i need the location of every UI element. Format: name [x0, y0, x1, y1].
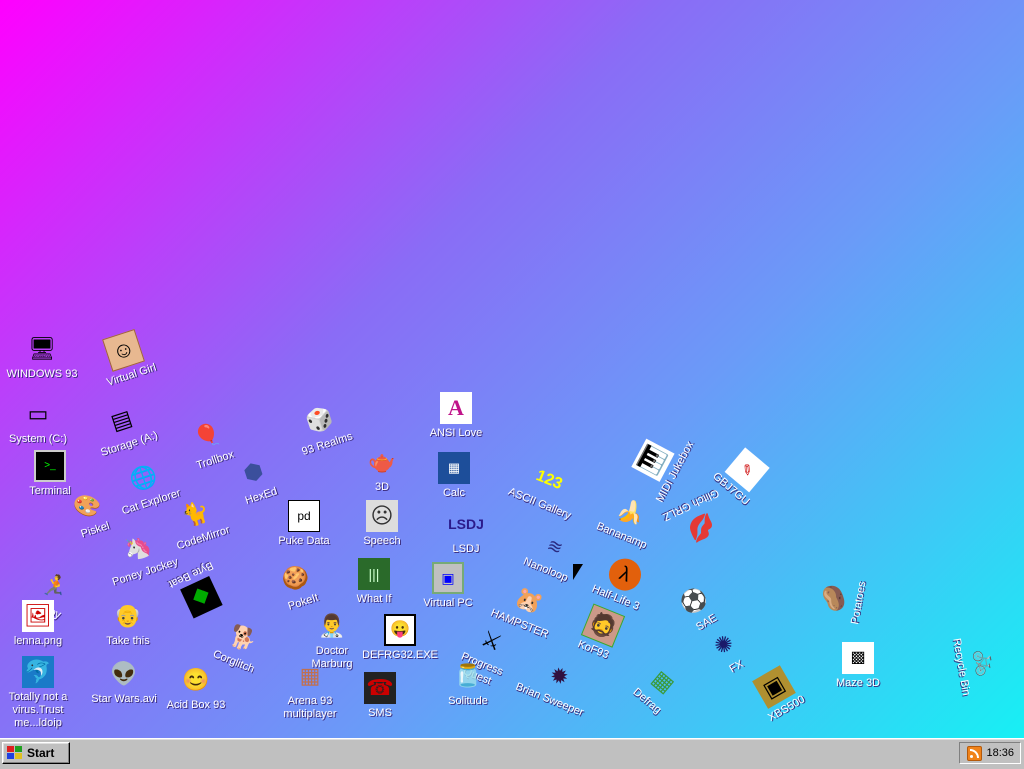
yoda-icon: 👽 — [110, 661, 138, 686]
desktop-icon-star-wars-avi[interactable]: 👽 Star Wars.avi — [86, 658, 162, 706]
desktop-icon-lsdj[interactable]: LSDJ LSDJ — [428, 508, 504, 556]
desktop-icon-3d[interactable]: 🫖 3D — [344, 446, 420, 494]
maze-icon: ▩ — [842, 642, 874, 674]
desktop-icon-what-if[interactable]: ||| What If — [336, 558, 412, 606]
smiley-icon: 😊 — [182, 667, 210, 692]
lsdj-icon: LSDJ — [448, 516, 484, 532]
desktop-icon-potatoes[interactable]: 🥔 Potatoes — [812, 558, 872, 641]
dolphin-icon: 🐬 — [22, 656, 54, 688]
document-a-icon: A — [440, 392, 472, 424]
computer-icon: 🖥 — [28, 336, 56, 361]
desktop-icon-calc[interactable]: ▦ Calc — [416, 452, 492, 500]
desktop-icon-puke-data[interactable]: pd Puke Data — [266, 500, 342, 548]
desktop-icon-acid-box-93[interactable]: 😊 Acid Box 93 — [158, 664, 234, 712]
mouse-cursor-icon — [573, 564, 583, 580]
floppy-note-icon: pd — [288, 500, 320, 532]
desktop-icon-storage-a[interactable]: ▤ Storage (A:) — [80, 393, 167, 462]
jar-icon: 🫙 — [454, 663, 482, 688]
system-tray: 18:36 — [959, 742, 1021, 764]
desktop-icon-terminal[interactable]: >_ Terminal — [12, 450, 88, 498]
desktop-icon-virtual-girl[interactable]: ☺ Virtual Girl — [82, 322, 170, 393]
desktop-icon-windows93[interactable]: 🖥 WINDOWS 93 — [4, 333, 80, 381]
desktop-icon-system-c[interactable]: ▭ System (C:) — [0, 398, 76, 446]
desktop: 🖥 WINDOWS 93 ☺ Virtual Girl ▭ System (C:… — [0, 0, 1024, 738]
desktop-icon-ascii-gallery[interactable]: 123 ASCII Gallery — [502, 452, 590, 525]
taskbar: Start 18:36 — [0, 738, 1024, 769]
desktop-icon-defrg32-exe[interactable]: 😛 DEFRG32.EXE — [362, 614, 438, 662]
start-button[interactable]: Start — [2, 742, 70, 764]
desktop-icon-speech[interactable]: ☹ Speech — [344, 500, 420, 548]
desktop-icon-virtual-pc[interactable]: ▣ Virtual PC — [410, 562, 486, 610]
desktop-icon-maze-3d[interactable]: ▩ Maze 3D — [820, 642, 896, 690]
phone-icon: ☎ — [364, 672, 396, 704]
desktop-icon-totally-not-a-virus[interactable]: 🐬 Totally not a virus.Trust me...ldoip — [0, 656, 76, 730]
rss-icon[interactable] — [967, 745, 983, 761]
potato-icon: 🥔 — [818, 582, 849, 615]
desktop-icon-sms[interactable]: ☎ SMS — [342, 672, 418, 720]
clock: 18:36 — [986, 747, 1014, 759]
calculator-icon: ▦ — [438, 452, 470, 484]
start-label: Start — [27, 746, 55, 760]
window-icon: ▣ — [432, 562, 464, 594]
cube-icon: ▦ — [299, 663, 321, 688]
image-file-icon: 🖼 — [22, 600, 54, 632]
desktop-icon-ansi-love[interactable]: A ANSI Love — [418, 392, 494, 440]
hard-drive-icon: ▭ — [27, 401, 49, 426]
desktop-icon-recycle-bin[interactable]: 🚲 Recycle Bin — [948, 622, 1008, 705]
terminal-icon: >_ — [34, 450, 66, 482]
desktop-icon-solitude[interactable]: 🫙 Solitude — [430, 660, 506, 708]
face-window-icon: 😛 — [384, 614, 416, 646]
face-icon: ☹ — [366, 500, 398, 532]
desktop-icon-arena-93[interactable]: ▦ Arena 93 multiplayer — [272, 660, 348, 721]
bike-icon: 🚲 — [971, 646, 1002, 679]
windows-logo-icon — [7, 746, 23, 760]
desktop-icon-lenna-png[interactable]: 🖼 lenna.png — [0, 600, 76, 648]
barcode-icon: ||| — [358, 558, 390, 590]
character-icon: 👴 — [114, 603, 142, 628]
desktop-icon-brian-sweeper[interactable]: ✹ Brian Sweeper — [512, 648, 600, 721]
teapot-icon: 🫖 — [368, 449, 396, 474]
desktop-icon-take-this[interactable]: 👴 Take this — [90, 600, 166, 648]
doctor-icon: 👨‍⚕️ — [318, 613, 346, 638]
